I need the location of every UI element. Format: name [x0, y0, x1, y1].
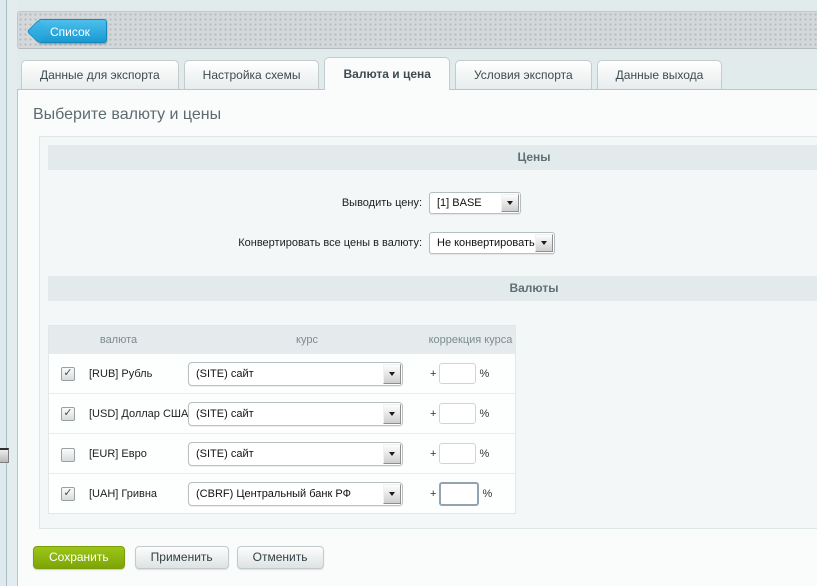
rate-select[interactable]: (CBRF) Центральный банк РФ [188, 482, 403, 506]
dropdown-arrow-icon [383, 444, 401, 464]
percent-label: % [479, 448, 489, 460]
plus-label: + [430, 448, 436, 460]
footer-buttons: Сохранить Применить Отменить [33, 546, 817, 569]
rate-value: (CBRF) Центральный банк РФ [189, 488, 375, 500]
currency-label: [UAH] Гривна [89, 488, 188, 500]
display-price-value: [1] BASE [430, 197, 506, 209]
currencies-table-header: валюта курс коррекция курса [49, 326, 515, 353]
tab-export-conditions[interactable]: Условия экспорта [455, 60, 592, 89]
display-price-row: Выводить цену: [1] BASE [48, 192, 817, 214]
currency-checkbox[interactable]: ✓ [61, 487, 75, 501]
currency-row-usd: ✓ [USD] Доллар США (SITE) сайт + % [49, 393, 515, 433]
convert-currency-select[interactable]: Не конвертировать [429, 232, 555, 254]
checkmark-icon: ✓ [63, 488, 72, 499]
currency-row-uah: ✓ [UAH] Гривна (CBRF) Центральный банк Р… [49, 473, 515, 513]
correction-input[interactable] [439, 403, 476, 424]
back-to-list-button[interactable]: Список [38, 19, 107, 43]
rate-select[interactable]: (SITE) сайт [188, 402, 403, 426]
tab-currency-and-price[interactable]: Валюта и цена [324, 57, 449, 90]
tab-scheme-settings[interactable]: Настройка схемы [184, 60, 320, 89]
dropdown-arrow-icon [383, 484, 401, 504]
column-header-correction: коррекция курса [426, 334, 515, 346]
percent-label: % [482, 488, 492, 500]
apply-button[interactable]: Применить [135, 546, 229, 569]
back-button-label: Список [50, 25, 90, 39]
back-arrow-icon [26, 19, 50, 43]
plus-label: + [430, 488, 436, 500]
plus-label: + [430, 368, 436, 380]
collapsed-panel-handle[interactable] [0, 448, 9, 463]
main-area: Список Данные для экспорта Настройка схе… [17, 0, 817, 586]
currency-checkbox[interactable] [61, 448, 75, 462]
tab-output-data[interactable]: Данные выхода [597, 60, 723, 89]
prices-section-header: Цены [48, 145, 817, 170]
dropdown-arrow-icon [383, 364, 401, 384]
top-toolbar: Список [17, 11, 817, 49]
form-area: Цены Выводить цену: [1] BASE Конвертиров… [39, 136, 817, 529]
currencies-section-header: Валюты [48, 276, 817, 301]
dropdown-arrow-icon [383, 404, 401, 424]
page-title: Выберите валюту и цены [33, 90, 817, 124]
save-button[interactable]: Сохранить [33, 546, 125, 569]
tab-export-data[interactable]: Данные для экспорта [21, 60, 179, 89]
convert-currency-row: Конвертировать все цены в валюту: Не кон… [48, 232, 817, 254]
correction-input[interactable] [439, 443, 476, 464]
correction-input[interactable] [439, 363, 476, 384]
currency-row-eur: [EUR] Евро (SITE) сайт + % [49, 433, 515, 473]
rate-value: (SITE) сайт [189, 448, 278, 460]
convert-currency-label: Конвертировать все цены в валюту: [48, 237, 429, 249]
rate-value: (SITE) сайт [189, 408, 278, 420]
currencies-table: валюта курс коррекция курса ✓ [RUB] Рубл… [48, 325, 516, 514]
currency-row-rub: ✓ [RUB] Рубль (SITE) сайт + % [49, 353, 515, 393]
checkmark-icon: ✓ [63, 368, 72, 379]
currency-label: [EUR] Евро [89, 448, 188, 460]
cancel-button[interactable]: Отменить [237, 546, 324, 569]
content-panel: Выберите валюту и цены Цены Выводить цен… [17, 89, 817, 586]
dropdown-arrow-icon [535, 234, 553, 252]
currency-checkbox[interactable]: ✓ [61, 407, 75, 421]
rate-select[interactable]: (SITE) сайт [188, 442, 403, 466]
display-price-select[interactable]: [1] BASE [429, 192, 521, 214]
column-header-rate: курс [188, 334, 426, 346]
dropdown-arrow-icon [501, 194, 519, 212]
percent-label: % [479, 408, 489, 420]
rate-value: (SITE) сайт [189, 368, 278, 380]
currency-label: [USD] Доллар США [89, 408, 188, 420]
currency-label: [RUB] Рубль [89, 368, 188, 380]
currency-checkbox[interactable]: ✓ [61, 367, 75, 381]
page-left-edge [0, 0, 17, 586]
tab-bar: Данные для экспорта Настройка схемы Валю… [17, 57, 817, 89]
display-price-label: Выводить цену: [48, 197, 429, 209]
checkmark-icon: ✓ [63, 408, 72, 419]
correction-input-focused[interactable] [439, 482, 479, 506]
rate-select[interactable]: (SITE) сайт [188, 362, 403, 386]
column-header-currency: валюта [49, 334, 188, 346]
plus-label: + [430, 408, 436, 420]
percent-label: % [479, 368, 489, 380]
